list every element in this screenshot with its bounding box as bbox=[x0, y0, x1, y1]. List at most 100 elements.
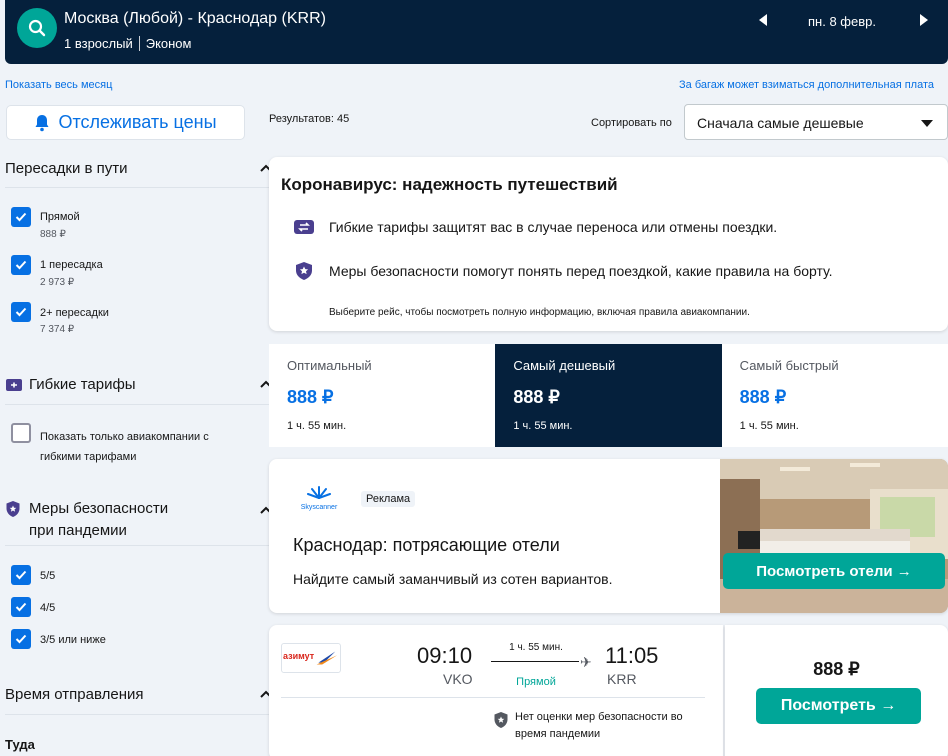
stops-one-checkbox[interactable] bbox=[11, 255, 31, 275]
departure-time-title: Время отправления bbox=[5, 686, 144, 703]
covid-safety-row: Меры безопасности помогут понять перед п… bbox=[293, 261, 833, 281]
checkmark-icon bbox=[15, 634, 27, 644]
pandemic-safety-title: Меры безопасности при пандемии bbox=[29, 500, 169, 539]
sort-tabs: Оптимальный 888 ₽ 1 ч. 55 мин. Самый деш… bbox=[269, 344, 948, 447]
view-hotels-button[interactable]: Посмотреть отели → bbox=[723, 553, 945, 589]
stops-label: Прямой bbox=[516, 676, 556, 688]
dropdown-arrow-icon bbox=[921, 120, 933, 127]
baggage-fee-link[interactable]: За багаж может взиматься дополнительная … bbox=[679, 79, 934, 91]
divider bbox=[5, 714, 273, 715]
passenger-cabin-summary[interactable]: 1 взрослый Эконом bbox=[64, 36, 191, 51]
tab-price: 888 ₽ bbox=[287, 387, 334, 407]
shield-icon bbox=[296, 262, 312, 280]
stops-two-plus-label: 2+ пересадки bbox=[40, 307, 109, 319]
flexible-only-checkbox[interactable] bbox=[11, 423, 31, 443]
flexible-only-label: Показать только авиакомпании с гибкими т… bbox=[40, 431, 209, 463]
safety-rating-note: Нет оценки мер безопасности во время пан… bbox=[493, 709, 703, 743]
route-title[interactable]: Москва (Любой) - Краснодар (KRR) bbox=[64, 10, 326, 28]
show-month-link[interactable]: Показать весь месяц bbox=[5, 79, 112, 91]
departure-airport: VKO bbox=[443, 671, 473, 687]
flight-route-line bbox=[491, 661, 579, 662]
hotel-room-image bbox=[720, 459, 948, 613]
shield-icon bbox=[494, 712, 508, 728]
bell-icon bbox=[35, 114, 49, 131]
stops-two-plus-price: 7 374 ₽ bbox=[40, 324, 75, 335]
cabin-label: Эконом bbox=[145, 36, 192, 51]
airline-logo-text: азимут bbox=[283, 651, 315, 661]
sort-select[interactable]: Сначала самые дешевые bbox=[684, 104, 948, 140]
results-count: Результатов: 45 bbox=[269, 113, 350, 125]
arrival-time: 11:05 bbox=[605, 643, 659, 668]
arrival-airport: KRR bbox=[607, 671, 637, 687]
sort-label: Сортировать по bbox=[591, 117, 672, 129]
stops-direct-price: 888 ₽ bbox=[40, 229, 66, 240]
covid-flexible-text: Гибкие тарифы защитят вас в случае перен… bbox=[329, 219, 778, 235]
safety-3-label: 3/5 или ниже bbox=[40, 634, 106, 646]
departure-time-header[interactable]: Время отправления bbox=[5, 686, 273, 703]
covid-safety-text: Меры безопасности помогут понять перед п… bbox=[329, 263, 833, 279]
sunburst-icon bbox=[307, 486, 331, 499]
safety-3-checkbox[interactable] bbox=[11, 629, 31, 649]
outbound-label: Туда bbox=[5, 737, 35, 752]
flight-result-card[interactable]: азимут 09:10 VKO 1 ч. 55 мин. ✈ Прямой 1… bbox=[269, 625, 723, 756]
tab-price: 888 ₽ bbox=[739, 387, 787, 407]
tab-best[interactable]: Оптимальный 888 ₽ 1 ч. 55 мин. bbox=[269, 344, 495, 447]
checkmark-icon bbox=[15, 260, 27, 270]
tab-cheapest[interactable]: Самый дешевый 888 ₽ 1 ч. 55 мин. bbox=[495, 344, 722, 447]
ad-description: Найдите самый заманчивый из сотен вариан… bbox=[293, 571, 613, 587]
checkmark-icon bbox=[15, 602, 27, 612]
safety-5-checkbox[interactable] bbox=[11, 565, 31, 585]
flight-duration: 1 ч. 55 мин. bbox=[509, 642, 563, 653]
track-prices-button[interactable]: Отслеживать цены bbox=[6, 105, 245, 140]
divider bbox=[138, 36, 140, 51]
covid-flexible-row: Гибкие тарифы защитят вас в случае перен… bbox=[293, 219, 777, 235]
stops-two-plus-checkbox[interactable] bbox=[11, 302, 31, 322]
flexible-fares-title: Гибкие тарифы bbox=[29, 376, 136, 393]
flexible-fares-header[interactable]: Гибкие тарифы bbox=[5, 376, 273, 393]
tab-title: Самый быстрый bbox=[739, 358, 839, 373]
search-summary-header: Москва (Любой) - Краснодар (KRR) 1 взрос… bbox=[5, 0, 948, 64]
tab-fastest[interactable]: Самый быстрый 888 ₽ 1 ч. 55 мин. bbox=[722, 344, 948, 447]
flight-price: 888 ₽ bbox=[813, 659, 860, 679]
safety-4-checkbox[interactable] bbox=[11, 597, 31, 617]
tab-title: Оптимальный bbox=[287, 358, 372, 373]
safety-rating-text: Нет оценки мер безопасности во время пан… bbox=[515, 711, 683, 740]
pandemic-safety-header[interactable]: Меры безопасности при пандемии bbox=[5, 498, 273, 542]
divider bbox=[5, 404, 273, 405]
stops-filter-header[interactable]: Пересадки в пути bbox=[5, 160, 273, 177]
skyscanner-logo-text: Skyscanner bbox=[300, 504, 338, 511]
ticket-icon bbox=[294, 220, 314, 234]
plane-icon: ✈ bbox=[580, 654, 592, 670]
tab-title: Самый дешевый bbox=[513, 358, 616, 373]
ticket-icon bbox=[6, 378, 22, 391]
stops-direct-checkbox[interactable] bbox=[11, 207, 31, 227]
covid-title: Коронавирус: надежность путешествий bbox=[281, 175, 618, 194]
departure-time: 09:10 bbox=[417, 643, 473, 668]
track-prices-label: Отслеживать цены bbox=[58, 112, 217, 132]
next-date-icon[interactable] bbox=[918, 12, 930, 28]
covid-info-card: Коронавирус: надежность путешествий Гибк… bbox=[269, 157, 948, 331]
checkmark-icon bbox=[15, 570, 27, 580]
divider bbox=[5, 545, 273, 546]
shield-icon bbox=[6, 501, 20, 517]
stops-one-price: 2 973 ₽ bbox=[40, 277, 75, 288]
checkmark-icon bbox=[15, 212, 27, 222]
view-flight-button[interactable]: Посмотреть → bbox=[756, 688, 921, 724]
divider bbox=[281, 697, 705, 698]
search-icon bbox=[28, 19, 46, 37]
tab-duration: 1 ч. 55 мин. bbox=[287, 420, 347, 432]
search-button[interactable] bbox=[17, 8, 57, 48]
checkmark-icon bbox=[15, 307, 27, 317]
covid-note: Выберите рейс, чтобы посмотреть полную и… bbox=[329, 307, 750, 318]
flight-price-card: 888 ₽ Посмотреть → bbox=[725, 625, 948, 756]
ad-title: Краснодар: потрясающие отели bbox=[293, 535, 560, 555]
date-label[interactable]: пн. 8 февр. bbox=[780, 14, 904, 29]
stops-one-label: 1 пересадка bbox=[40, 259, 103, 271]
hotel-ad-card[interactable]: Skyscanner Реклама Краснодар: потрясающи… bbox=[269, 459, 948, 613]
tab-price: 888 ₽ bbox=[513, 387, 560, 407]
previous-date-icon[interactable] bbox=[757, 12, 769, 28]
tab-duration: 1 ч. 55 мин. bbox=[739, 420, 799, 432]
divider bbox=[5, 187, 273, 188]
passengers-label: 1 взрослый bbox=[64, 36, 133, 51]
safety-5-label: 5/5 bbox=[40, 570, 56, 582]
